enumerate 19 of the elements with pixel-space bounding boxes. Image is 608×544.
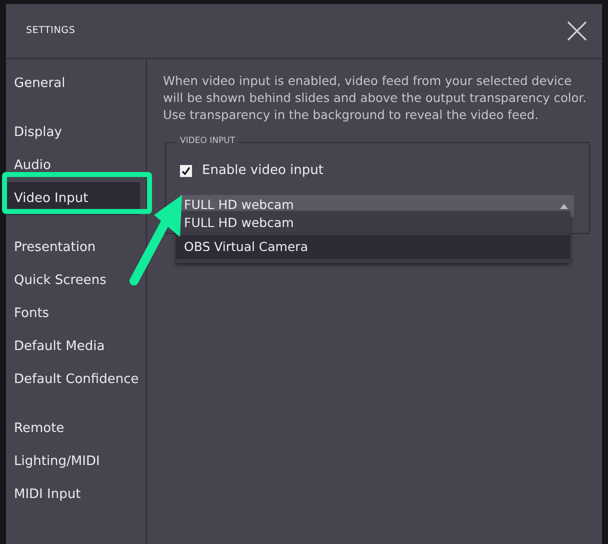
sidebar-item[interactable]: Default Media xyxy=(6,330,140,363)
sidebar-item[interactable]: Remote xyxy=(6,412,140,445)
sidebar-item[interactable]: Default Confidence xyxy=(6,363,140,396)
sidebar-item[interactable]: Quick Screens xyxy=(6,264,140,297)
description-text: When video input is enabled, video feed from your selected device will be shown behind slides and above the output transparency color. Use transparency in the background to reveal the video feed. xyxy=(163,73,588,124)
sidebar-item[interactable]: Display xyxy=(6,116,140,149)
sidebar-item[interactable]: General xyxy=(6,67,140,100)
dropdown-option[interactable]: FULL HD webcam xyxy=(176,211,570,235)
close-icon[interactable] xyxy=(566,20,588,42)
sidebar-item[interactable]: Presentation xyxy=(6,231,140,264)
dropdown-option[interactable]: OBS Virtual Camera xyxy=(176,235,570,259)
sidebar-item[interactable]: Audio xyxy=(6,149,140,182)
checkbox[interactable] xyxy=(180,164,192,177)
sidebar-item[interactable]: Lighting/MIDI xyxy=(6,445,140,478)
caret-icon xyxy=(560,202,568,208)
checkbox-label: Enable video input xyxy=(202,162,324,180)
sidebar-item[interactable]: MIDI Input xyxy=(6,478,140,511)
sidebar-item[interactable]: Fonts xyxy=(6,297,140,330)
window-title: SETTINGS xyxy=(26,24,76,38)
